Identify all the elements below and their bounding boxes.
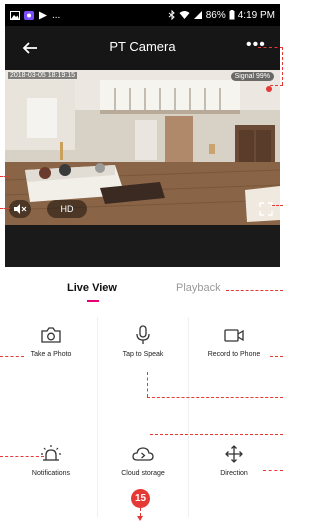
callout-leader — [0, 356, 24, 357]
direction-label: Direction — [220, 470, 248, 477]
speaker-muted-icon — [14, 204, 27, 214]
take-photo-button[interactable]: Take a Photo — [5, 325, 97, 358]
callout-leader — [0, 208, 10, 209]
callout-leader — [270, 356, 283, 357]
bluetooth-icon — [168, 10, 175, 20]
cloud-icon — [132, 447, 154, 461]
notifications-label: Notifications — [31, 470, 71, 477]
callout-leader — [140, 508, 141, 516]
status-bar: ... 86% 4:19 PM — [5, 4, 280, 26]
alarm-light-icon — [41, 445, 61, 461]
active-tab-indicator — [87, 300, 99, 302]
clock: 4:19 PM — [237, 9, 275, 21]
cell-signal-icon — [193, 11, 202, 19]
callout-leader — [263, 470, 283, 471]
camera-icon — [41, 327, 61, 343]
tab-live-view[interactable]: Live View — [67, 282, 117, 294]
wifi-icon — [179, 11, 190, 19]
battery-icon — [229, 10, 235, 20]
status-overflow: ... — [52, 9, 61, 21]
direction-button[interactable]: Direction — [188, 444, 280, 477]
callout-badge: 15 — [131, 489, 150, 508]
record-to-phone-button[interactable]: Record to Phone — [188, 325, 280, 358]
notifications-button[interactable]: Notifications — [5, 444, 97, 477]
more-options-icon[interactable]: ••• — [246, 37, 268, 58]
phone-screen: ... 86% 4:19 PM PT Camera ••• 2018-03-05… — [0, 0, 283, 530]
callout-arrow — [137, 516, 143, 521]
callout-leader — [0, 176, 10, 177]
recording-indicator — [266, 86, 272, 92]
play-store-icon — [39, 11, 47, 19]
view-tabs: Live View Playback — [5, 267, 280, 311]
image-icon — [10, 10, 20, 20]
callout-leader — [270, 85, 283, 86]
mute-button[interactable] — [9, 200, 31, 218]
video-controls-band — [5, 225, 280, 267]
callout-leader — [0, 456, 44, 457]
move-arrows-icon — [225, 445, 243, 463]
quality-toggle-button[interactable]: HD — [47, 200, 87, 218]
video-timestamp: 2018-03-05 18:19:15 — [8, 72, 77, 79]
microphone-icon — [136, 325, 150, 344]
callout-leader — [272, 205, 283, 206]
live-video-view[interactable]: 2018-03-05 18:19:15 Signal 99% HD — [5, 70, 280, 225]
cloud-storage-label: Cloud storage — [121, 470, 165, 477]
fullscreen-icon[interactable] — [258, 201, 274, 217]
app-bar: PT Camera ••• — [5, 26, 280, 70]
record-to-phone-label: Record to Phone — [207, 351, 261, 358]
app-icon — [24, 10, 34, 20]
page-title: PT Camera — [109, 39, 176, 54]
battery-percent: 86% — [205, 9, 226, 21]
callout-leader — [150, 434, 283, 435]
callout-leader — [147, 397, 283, 398]
tap-to-speak-button[interactable]: Tap to Speak — [97, 325, 189, 358]
camera-feed-image — [5, 70, 280, 225]
signal-strength-badge: Signal 99% — [230, 72, 274, 81]
callout-leader — [282, 47, 283, 85]
callout-leader — [258, 47, 283, 48]
tab-playback[interactable]: Playback — [176, 282, 221, 294]
callout-leader — [147, 372, 148, 397]
tap-to-speak-label: Tap to Speak — [122, 351, 164, 358]
video-record-icon — [224, 329, 244, 342]
cloud-storage-button[interactable]: Cloud storage — [97, 444, 189, 477]
callout-leader — [226, 290, 283, 291]
